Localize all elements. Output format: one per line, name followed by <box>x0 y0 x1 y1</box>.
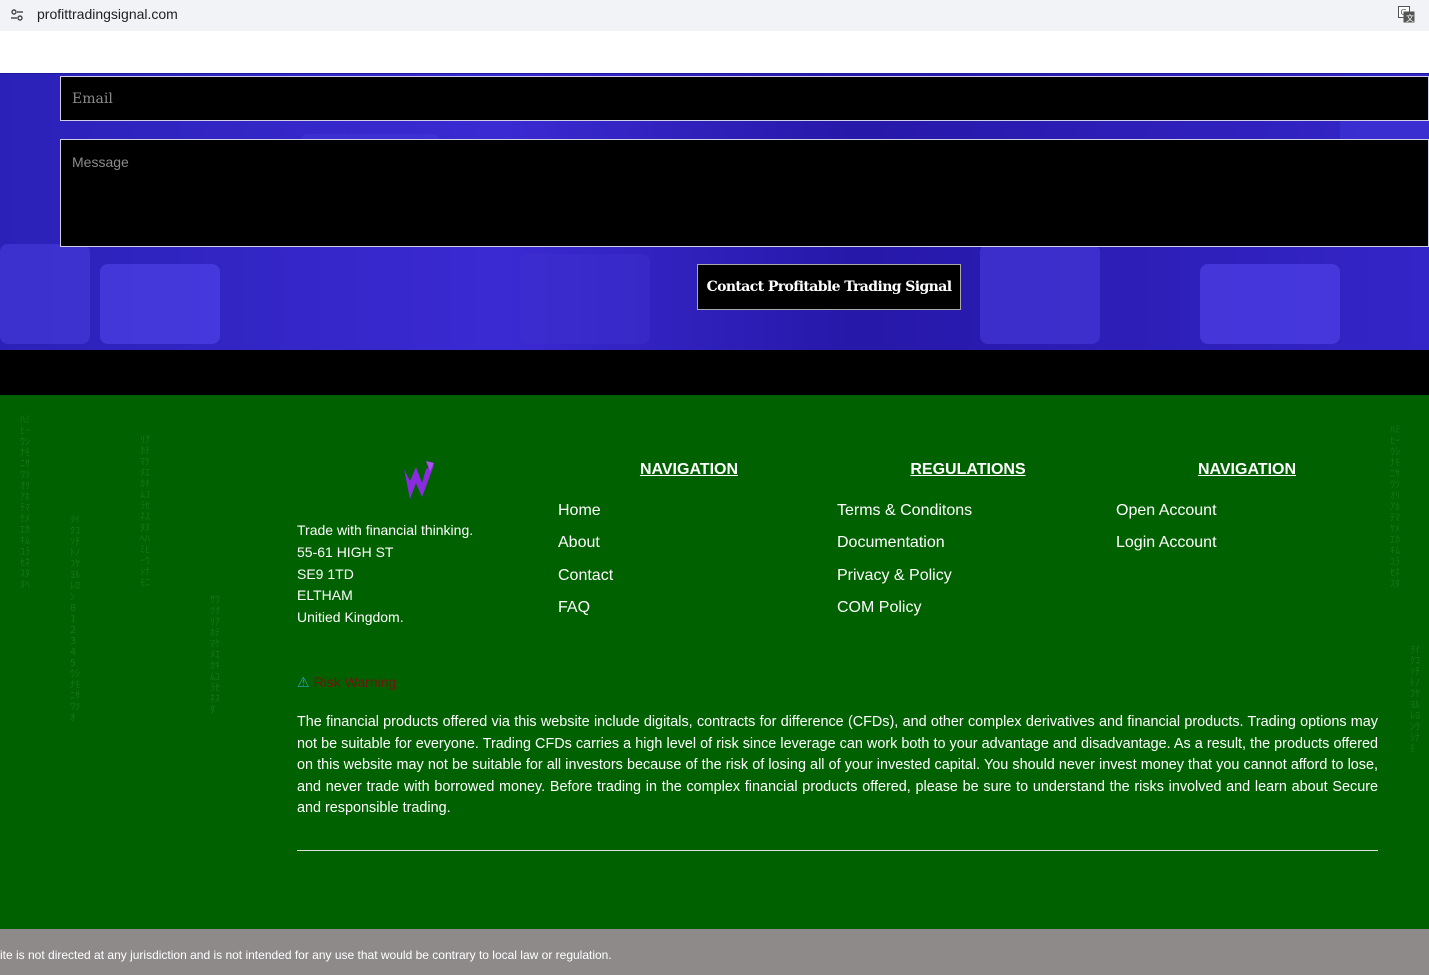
footer-link-open-account[interactable]: Open Account <box>1116 501 1347 533</box>
address-line: SE9 1TD <box>297 565 354 582</box>
matrix-rain: ｻﾜﾂｵﾘｱﾎﾃﾏｹﾒｴｶｷﾑﾕﾗｾﾈｽﾀ <box>210 595 220 716</box>
footer-link-com-policy[interactable]: COM Policy <box>837 598 1068 630</box>
divider-band <box>0 350 1429 395</box>
email-field[interactable]: Email <box>60 76 1429 121</box>
footer-link-privacy[interactable]: Privacy & Policy <box>837 566 1068 598</box>
address-line: 55-61 HIGH ST <box>297 543 394 560</box>
footer-link-contact[interactable]: Contact <box>558 566 789 598</box>
background-illustration <box>1200 264 1340 344</box>
jurisdiction-notice: ite is not directed at any jurisdiction … <box>0 948 612 962</box>
background-illustration <box>0 244 90 344</box>
jurisdiction-notice-bar: ite is not directed at any jurisdiction … <box>0 929 1429 975</box>
risk-warning-label: Risk Warning <box>313 674 397 690</box>
message-field[interactable]: Message <box>60 139 1429 247</box>
matrix-rain: ｦｲｸｺｿﾁﾄﾉﾌﾔﾖﾙﾚﾛﾝ012345ｳｼﾅﾓﾆｻﾜﾂｵ <box>70 515 80 724</box>
footer-column-account: NAVIGATION Open Account Login Account <box>1116 461 1347 566</box>
column-heading: NAVIGATION <box>639 461 739 478</box>
matrix-rain: ﾊﾐﾋｰｳｼﾅﾓﾆｻﾜﾂｵﾘｱﾎﾃﾏｹﾒｴｶｷﾑﾕﾗｾﾈｽﾀ <box>1390 425 1400 590</box>
url-text[interactable]: profittradingsignal.com <box>37 6 178 22</box>
address-line: ELTHAM <box>297 587 353 604</box>
warning-icon: ⚠ <box>297 674 310 690</box>
footer-column-regulations: REGULATIONS Terms & Conditons Documentat… <box>837 461 1068 631</box>
risk-disclaimer: The financial products offered via this … <box>297 714 1378 817</box>
browser-address-bar: profittradingsignal.com G 文 <box>0 0 1429 31</box>
matrix-rain: ﾊﾐﾋｰｳｼﾅﾓﾆｻﾜﾂｵﾘｱﾎﾃﾏｹﾒｴｶｷﾑﾕﾗｾﾈｽﾀﾇﾍ <box>20 415 30 591</box>
svg-text:文: 文 <box>1406 13 1414 23</box>
contact-section: Email Message Contact Profitable Trading… <box>0 74 1429 350</box>
logo-icon[interactable] <box>400 459 436 501</box>
footer-link-terms[interactable]: Terms & Conditons <box>837 501 1068 533</box>
risk-warning: ⚠ Risk Warning <box>297 674 396 691</box>
header-spacer <box>0 31 1429 74</box>
background-illustration <box>520 254 650 344</box>
address-line: Trade with financial thinking. <box>297 522 474 538</box>
footer-link-faq[interactable]: FAQ <box>558 598 789 630</box>
translate-icon[interactable]: G 文 <box>1398 6 1415 23</box>
footer-link-home[interactable]: Home <box>558 501 789 533</box>
contact-submit-button[interactable]: Contact Profitable Trading Signal <box>697 264 961 310</box>
company-address: Trade with financial thinking. 55-61 HIG… <box>297 520 473 629</box>
site-settings-icon[interactable] <box>10 8 24 22</box>
footer-divider <box>297 850 1378 851</box>
matrix-rain: ﾘｱﾎﾃﾏｹﾒｴｶｷﾑﾕﾗｾﾈｽﾀﾇﾍﾊﾐﾋｰｳｼﾅﾓﾆ <box>140 435 150 589</box>
column-heading: NAVIGATION <box>1197 461 1297 478</box>
footer-column-navigation: NAVIGATION Home About Contact FAQ <box>558 461 789 631</box>
address-line: Unitied Kingdom. <box>297 609 404 626</box>
column-heading: REGULATIONS <box>910 461 1026 478</box>
matrix-rain: ｦｲｸｺｿﾁﾄﾉﾌﾔﾖﾙﾚﾛﾝｳｼﾅﾓ <box>1410 645 1420 755</box>
footer-link-documentation[interactable]: Documentation <box>837 533 1068 565</box>
site-footer: ﾊﾐﾋｰｳｼﾅﾓﾆｻﾜﾂｵﾘｱﾎﾃﾏｹﾒｴｶｷﾑﾕﾗｾﾈｽﾀﾇﾍ ｦｲｸｺｿﾁﾄ… <box>0 395 1429 929</box>
footer-link-about[interactable]: About <box>558 533 789 565</box>
background-illustration <box>980 244 1100 344</box>
background-illustration <box>100 264 220 344</box>
footer-link-login-account[interactable]: Login Account <box>1116 533 1347 565</box>
